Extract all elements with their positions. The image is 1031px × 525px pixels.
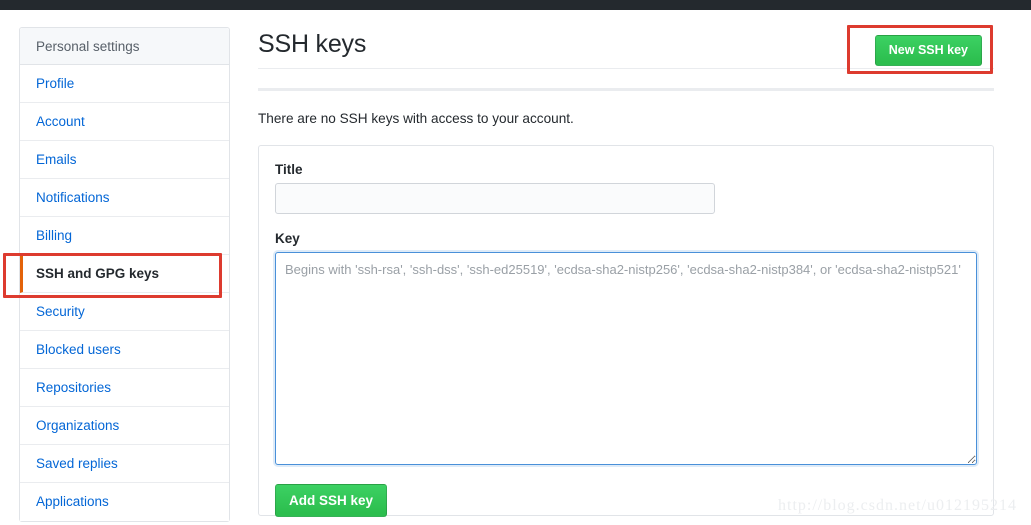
title-divider	[258, 68, 994, 69]
sidebar-item-label: Billing	[36, 228, 73, 243]
sidebar-item-label: Applications	[36, 494, 109, 509]
sidebar-heading: Personal settings	[20, 28, 229, 65]
sidebar-item-profile[interactable]: Profile	[20, 65, 229, 103]
sidebar-item-label: Emails	[36, 152, 77, 167]
sidebar-item-label: Blocked users	[36, 342, 121, 357]
sidebar-item-ssh-and-gpg-keys[interactable]: SSH and GPG keys	[20, 255, 229, 293]
sidebar-item-emails[interactable]: Emails	[20, 141, 229, 179]
sidebar-item-notifications[interactable]: Notifications	[20, 179, 229, 217]
sidebar-item-label: SSH and GPG keys	[36, 266, 160, 281]
section-divider	[258, 88, 994, 91]
sidebar-item-label: Profile	[36, 76, 75, 91]
key-textarea[interactable]	[275, 252, 977, 465]
sidebar-item-account[interactable]: Account	[20, 103, 229, 141]
sidebar-item-label: Organizations	[36, 418, 120, 433]
global-header-strip	[0, 0, 1031, 10]
sidebar-item-label: Saved replies	[36, 456, 118, 471]
main-content: SSH keys New SSH key There are no SSH ke…	[258, 20, 994, 517]
sidebar-item-billing[interactable]: Billing	[20, 217, 229, 255]
sidebar-item-label: Repositories	[36, 380, 112, 395]
watermark-text: http://blog.csdn.net/u012195214	[778, 497, 1017, 514]
sidebar-item-label: Security	[36, 304, 85, 319]
page-title: SSH keys	[258, 30, 367, 58]
settings-sidebar: Personal settings Profile Account Emails…	[19, 27, 230, 522]
new-ssh-key-button[interactable]: New SSH key	[874, 35, 982, 66]
sidebar-item-label: Account	[36, 114, 85, 129]
sidebar-item-organizations[interactable]: Organizations	[20, 407, 229, 445]
sidebar-item-label: Notifications	[36, 190, 110, 205]
sidebar-item-saved-replies[interactable]: Saved replies	[20, 445, 229, 483]
sidebar-item-blocked-users[interactable]: Blocked users	[20, 331, 229, 369]
settings-page: Personal settings Profile Account Emails…	[0, 10, 1031, 525]
key-field-label: Key	[275, 231, 300, 246]
add-ssh-key-button[interactable]: Add SSH key	[275, 484, 388, 517]
empty-state-message: There are no SSH keys with access to you…	[258, 111, 574, 126]
content-header: SSH keys New SSH key	[258, 20, 994, 74]
sidebar-item-security[interactable]: Security	[20, 293, 229, 331]
new-ssh-key-form: Title Key Add SSH key	[258, 145, 994, 517]
sidebar-item-repositories[interactable]: Repositories	[20, 369, 229, 407]
title-input[interactable]	[275, 183, 715, 214]
sidebar-item-applications[interactable]: Applications	[20, 483, 229, 521]
title-field-label: Title	[275, 162, 303, 177]
